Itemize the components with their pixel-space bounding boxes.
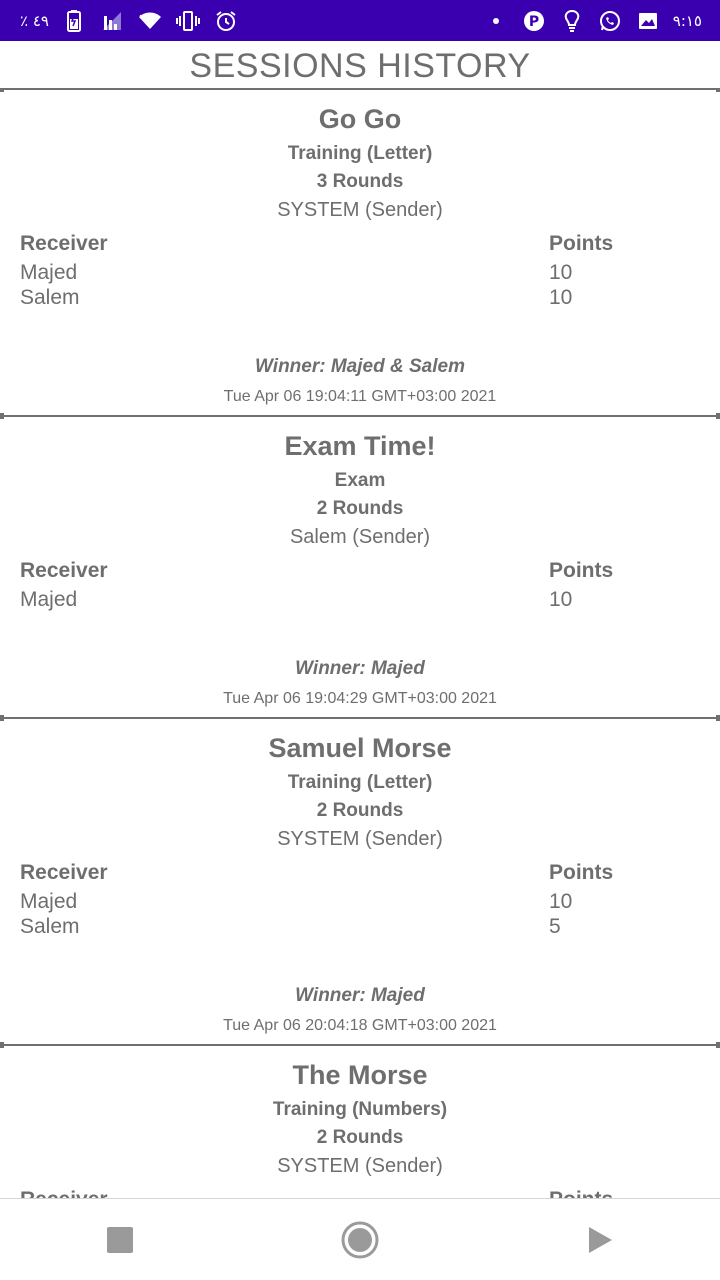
session-card[interactable]: Samuel Morse Training (Letter) 2 Rounds SYS… — [0, 715, 720, 1044]
result-row: Salem 5 — [0, 914, 720, 939]
home-icon — [341, 1221, 379, 1258]
session-title: Go Go — [318, 104, 402, 134]
points-header: Points — [549, 861, 614, 884]
session-rounds: 2 Rounds — [316, 1127, 404, 1148]
receiver-points: 5 — [549, 915, 561, 938]
dot-icon — [483, 8, 509, 34]
signal-icon — [99, 8, 125, 34]
session-sender: SYSTEM (Sender) — [277, 828, 443, 850]
battery-icon — [61, 8, 87, 34]
receiver-points: 10 — [549, 588, 573, 611]
points-header: Points — [549, 1184, 700, 1198]
wifi-icon — [137, 8, 163, 34]
session-rounds: 2 Rounds — [316, 498, 404, 519]
alarm-icon — [213, 8, 239, 34]
result-row: Majed 10 — [0, 260, 720, 285]
parking-app-icon: P — [521, 8, 547, 34]
session-sender: SYSTEM (Sender) — [277, 1155, 443, 1177]
receiver-header: Receiver — [20, 1184, 108, 1198]
result-row: Majed 10 — [0, 889, 720, 914]
session-sender: Salem (Sender) — [289, 526, 431, 548]
session-date: Tue Apr 06 19:04:29 GMT+03:00 2021 — [223, 690, 497, 707]
session-table-header: Receiver Points — [0, 555, 720, 587]
session-rounds: 2 Rounds — [316, 800, 404, 821]
receiver-header: Receiver — [20, 861, 108, 884]
receiver-name: Salem — [20, 286, 80, 309]
session-card[interactable]: Go Go Training (Letter) 3 Rounds SYSTEM (Se… — [0, 88, 720, 415]
session-title: Exam Time! — [284, 431, 436, 461]
gallery-icon — [635, 8, 661, 34]
receiver-points: 10 — [549, 286, 573, 309]
session-winner: Winner: Majed — [295, 658, 425, 679]
session-winner: Winner: Majed — [295, 985, 425, 1006]
session-mode: Exam — [334, 470, 386, 491]
session-mode: Training (Letter) — [287, 143, 433, 164]
result-row: Salem 10 — [0, 285, 720, 310]
sessions-list[interactable]: Go Go Training (Letter) 3 Rounds SYSTEM (Se… — [0, 88, 720, 1198]
session-title: Samuel Morse — [268, 733, 452, 763]
session-rounds: 3 Rounds — [316, 171, 404, 192]
session-card[interactable]: Exam Time! Exam 2 Rounds Salem (Sender) Rece… — [0, 413, 720, 717]
receiver-points: 10 — [549, 890, 573, 913]
bulb-icon — [559, 8, 585, 34]
status-bar-left: ٪ ٤٩ — [20, 8, 239, 34]
stop-button[interactable] — [90, 1210, 150, 1270]
receiver-header: Receiver — [20, 232, 108, 255]
session-title: The Morse — [292, 1060, 428, 1090]
stop-icon — [107, 1226, 133, 1253]
session-date: Tue Apr 06 19:04:11 GMT+03:00 2021 — [223, 388, 497, 405]
svg-text:P: P — [529, 14, 539, 30]
receiver-name: Majed — [20, 588, 78, 611]
session-table-header: Receiver Points — [0, 1184, 720, 1198]
whatsapp-icon — [597, 8, 623, 34]
session-mode: Training (Numbers) — [272, 1099, 448, 1120]
page-title: SESSIONS HISTORY — [189, 47, 531, 85]
session-winner: Winner: Majed & Salem — [255, 356, 465, 377]
receiver-header: Receiver — [20, 559, 108, 582]
session-card[interactable]: The Morse Training (Numbers) 2 Rounds SYSTE… — [0, 1042, 720, 1198]
receiver-name: Majed — [20, 261, 78, 284]
back-icon — [589, 1226, 612, 1253]
receiver-name: Salem — [20, 915, 80, 938]
status-bar-right: P ٩:١٥ — [483, 8, 702, 34]
session-mode: Training (Letter) — [287, 772, 433, 793]
receiver-name: Majed — [20, 890, 78, 913]
result-row: Majed 10 — [0, 587, 720, 612]
points-header: Points — [549, 559, 614, 582]
home-button[interactable] — [330, 1210, 390, 1270]
vibrate-icon — [175, 8, 201, 34]
status-bar: ٪ ٤٩ P ٩:١٥ — [0, 0, 720, 41]
points-header: Points — [549, 232, 614, 255]
navigation-bar — [0, 1198, 720, 1280]
session-date: Tue Apr 06 20:04:18 GMT+03:00 2021 — [223, 1017, 497, 1034]
session-table-header: Receiver Points — [0, 228, 720, 260]
session-table-header: Receiver Points — [0, 857, 720, 889]
back-button[interactable] — [570, 1210, 630, 1270]
session-sender: SYSTEM (Sender) — [277, 199, 443, 221]
battery-percent: ٪ ٤٩ — [20, 11, 49, 30]
clock: ٩:١٥ — [672, 11, 702, 30]
receiver-points: 10 — [549, 261, 573, 284]
